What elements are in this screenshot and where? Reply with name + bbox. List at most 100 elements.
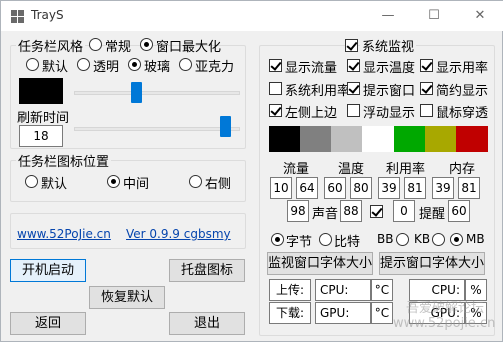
gpu-temp-unit: °C bbox=[371, 302, 393, 324]
icon-right-label: 右侧 bbox=[205, 177, 232, 192]
mouse-through-checkbox[interactable] bbox=[420, 104, 433, 117]
value-box[interactable]: 39 bbox=[432, 177, 454, 199]
color-swatch[interactable] bbox=[393, 126, 426, 152]
icon-position-legend: 任务栏图标位置 bbox=[16, 151, 112, 170]
effect-glass-radio[interactable] bbox=[128, 58, 141, 71]
value-box[interactable]: 81 bbox=[458, 177, 480, 199]
monitor-font-button[interactable]: 监视窗口字体大小 bbox=[267, 252, 373, 275]
watermark-url: www.52pojie.cn bbox=[393, 316, 496, 331]
sound-value-box[interactable]: 98 bbox=[287, 200, 309, 222]
effect-acrylic-radio[interactable] bbox=[179, 58, 192, 71]
startup-button[interactable]: 开机启动 bbox=[10, 259, 86, 282]
value-box[interactable]: 10 bbox=[270, 177, 292, 199]
temp-header: 温度 bbox=[338, 162, 365, 177]
unit-kb-label: KB bbox=[414, 232, 431, 246]
value-box[interactable]: 39 bbox=[378, 177, 400, 199]
show-temp-label: 显示温度 bbox=[363, 61, 416, 76]
watermark-text: 吾爱破解论坛 bbox=[406, 301, 485, 316]
unit-byte-radio[interactable] bbox=[271, 233, 284, 246]
style-normal-label: 常规 bbox=[105, 40, 132, 55]
effect-glass-label: 玻璃 bbox=[144, 60, 171, 75]
value-box[interactable]: 80 bbox=[350, 177, 372, 199]
style-normal-radio[interactable] bbox=[89, 38, 102, 51]
icon-default-radio[interactable] bbox=[25, 175, 38, 188]
left-top-checkbox[interactable] bbox=[269, 104, 282, 117]
cpu-temp-unit: °C bbox=[371, 279, 393, 301]
usage-header: 利用率 bbox=[386, 162, 426, 177]
memory-header: 内存 bbox=[449, 162, 476, 177]
simple-display-label: 简约显示 bbox=[436, 84, 489, 99]
value-box[interactable]: 81 bbox=[404, 177, 426, 199]
close-button[interactable]: ✕ bbox=[457, 1, 503, 31]
effect-transparent-radio[interactable] bbox=[77, 58, 90, 71]
icon-default-label: 默认 bbox=[41, 177, 68, 192]
style-max-label: 窗口最大化 bbox=[156, 40, 222, 55]
color-swatch[interactable] bbox=[362, 126, 395, 152]
download-box[interactable]: 下载: bbox=[269, 302, 311, 324]
remind-checkbox[interactable] bbox=[370, 205, 383, 218]
version-link[interactable]: Ver 0.9.9 cgbsmy bbox=[126, 227, 231, 241]
system-monitor-legend: 系统监视 bbox=[360, 36, 417, 55]
traffic-header: 流量 bbox=[283, 162, 310, 177]
left-top-label: 左侧上边 bbox=[285, 106, 338, 121]
color-swatch[interactable] bbox=[269, 126, 301, 152]
show-usage-checkbox[interactable] bbox=[420, 59, 433, 72]
float-display-label: 浮动显示 bbox=[363, 106, 416, 121]
color-swatch[interactable] bbox=[300, 126, 333, 152]
color-swatch[interactable] bbox=[331, 126, 364, 152]
website-link[interactable]: www.52PoJie.cn bbox=[17, 227, 111, 241]
remind-value-box-2[interactable]: 60 bbox=[448, 200, 470, 222]
sound-label: 声音 bbox=[312, 207, 339, 222]
tip-window-checkbox[interactable] bbox=[347, 82, 360, 95]
sys-usage-label: 系统利用率 bbox=[285, 84, 351, 99]
refresh-slider-thumb[interactable] bbox=[219, 116, 231, 137]
main-window: TrayS — ☐ ✕ 任务栏风格 常规 窗口最大化 默认 透明 玻璃 亚克力 … bbox=[0, 0, 503, 342]
unit-mb-radio[interactable] bbox=[450, 233, 463, 246]
unit-kb-radio[interactable] bbox=[432, 233, 445, 246]
tray-icon-button[interactable]: 托盘图标 bbox=[169, 259, 245, 282]
show-traffic-checkbox[interactable] bbox=[269, 59, 282, 72]
show-usage-label: 显示用率 bbox=[436, 61, 489, 76]
restore-defaults-button[interactable]: 恢复默认 bbox=[89, 286, 165, 309]
value-box[interactable]: 60 bbox=[324, 177, 346, 199]
unit-byte-label: 字节 bbox=[286, 235, 313, 250]
icon-middle-radio[interactable] bbox=[107, 175, 120, 188]
system-monitor-checkbox[interactable] bbox=[345, 39, 358, 52]
value-box[interactable]: 64 bbox=[296, 177, 318, 199]
tip-font-button[interactable]: 提示窗口字体大小 bbox=[379, 252, 485, 275]
remind-value-box[interactable]: 0 bbox=[393, 200, 415, 222]
refresh-time-input[interactable]: 18 bbox=[19, 125, 63, 147]
float-display-checkbox[interactable] bbox=[347, 104, 360, 117]
tip-window-label: 提示窗口 bbox=[363, 84, 416, 99]
cpu-temp-box[interactable]: CPU: bbox=[315, 279, 371, 301]
icon-right-radio[interactable] bbox=[189, 175, 202, 188]
unit-bit-label: 比特 bbox=[334, 235, 361, 250]
unit-bb-label: BB bbox=[377, 232, 394, 246]
taskbar-color-swatch[interactable] bbox=[19, 78, 63, 104]
upload-box[interactable]: 上传: bbox=[269, 279, 311, 301]
color-swatch[interactable] bbox=[455, 126, 488, 152]
back-button[interactable]: 返回 bbox=[10, 312, 86, 335]
show-traffic-label: 显示流量 bbox=[285, 61, 338, 76]
color-swatch[interactable] bbox=[424, 126, 457, 152]
gpu-temp-box[interactable]: GPU: bbox=[315, 302, 371, 324]
maximize-button[interactable]: ☐ bbox=[411, 1, 457, 31]
exit-button[interactable]: 退出 bbox=[169, 312, 245, 335]
sys-usage-checkbox[interactable] bbox=[269, 82, 282, 95]
unit-bit-radio[interactable] bbox=[319, 233, 332, 246]
show-temp-checkbox[interactable] bbox=[347, 59, 360, 72]
minimize-button[interactable]: — bbox=[365, 1, 411, 31]
unit-bb-radio[interactable] bbox=[396, 233, 409, 246]
refresh-slider-track[interactable] bbox=[74, 127, 240, 131]
window-title: TrayS bbox=[31, 8, 64, 22]
remind-label: 提醒 bbox=[419, 207, 446, 222]
title-bar[interactable]: TrayS — ☐ ✕ bbox=[1, 1, 503, 31]
effect-default-radio[interactable] bbox=[26, 58, 39, 71]
sound-value-box-2[interactable]: 88 bbox=[340, 200, 362, 222]
mouse-through-label: 鼠标穿透 bbox=[436, 106, 489, 121]
opacity-slider-track[interactable] bbox=[74, 91, 240, 95]
simple-display-checkbox[interactable] bbox=[420, 82, 433, 95]
style-max-radio[interactable] bbox=[140, 38, 153, 51]
app-icon bbox=[11, 10, 24, 23]
opacity-slider-thumb[interactable] bbox=[131, 82, 143, 103]
